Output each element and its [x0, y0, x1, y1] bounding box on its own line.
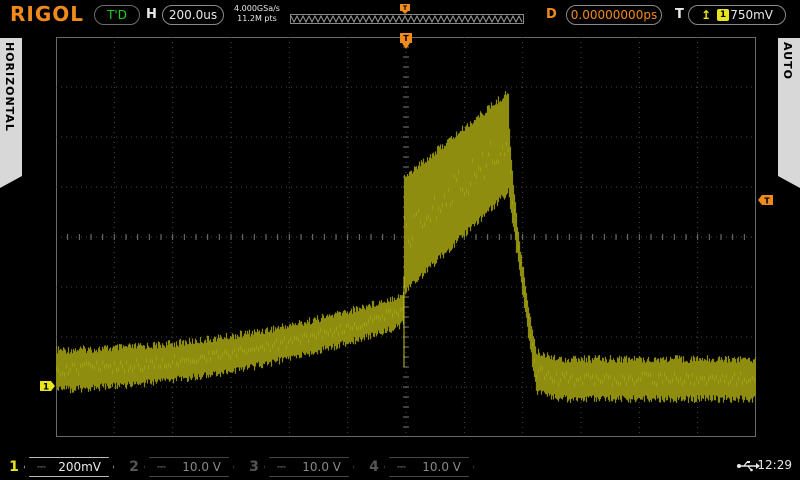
- trace-envelope: [56, 91, 756, 403]
- channel-status-bar: 1 ⎓ 200mV 2 ⎓ 10.0 V 3 ⎓ 10.0 V 4 ⎓ 10.0…: [0, 455, 800, 480]
- channel3-scale: 10.0 V: [302, 460, 341, 474]
- svg-text:T: T: [764, 197, 770, 206]
- channel1-offset-marker[interactable]: 1: [40, 380, 56, 392]
- sample-rate: 4.000GSa/s: [234, 4, 280, 13]
- channel4-scale: 10.0 V: [422, 460, 461, 474]
- timebase-value[interactable]: 200.0us: [162, 5, 224, 25]
- dc-coupling-icon: ⎓: [277, 460, 286, 473]
- trigger-label: T: [675, 7, 684, 22]
- channel1-scale: 200mV: [58, 460, 101, 474]
- memory-waveform-preview: [291, 15, 523, 23]
- channel3-number: 3: [249, 459, 259, 475]
- top-status-bar: RIGOL T'D H 200.0us 4.000GSa/s 11.2M pts…: [0, 0, 800, 32]
- svg-text:1: 1: [43, 383, 49, 393]
- memory-position-bar[interactable]: [290, 14, 524, 24]
- auto-tab-label: AUTO: [781, 42, 794, 80]
- trigger-position-marker[interactable]: T: [399, 33, 413, 51]
- trigger-source: 1: [717, 9, 729, 21]
- rising-edge-icon: ↥: [701, 8, 712, 22]
- auto-menu-tab[interactable]: AUTO: [778, 38, 800, 188]
- dc-coupling-icon: ⎓: [397, 460, 406, 473]
- trigger-level-marker[interactable]: T: [758, 194, 774, 206]
- channel1-settings[interactable]: ⎓ 200mV: [24, 457, 114, 477]
- delay-label: D: [546, 7, 557, 22]
- channel2-scale: 10.0 V: [182, 460, 221, 474]
- channel2-settings[interactable]: ⎓ 10.0 V: [144, 457, 234, 477]
- acquisition-info: 4.000GSa/s 11.2M pts: [229, 4, 285, 24]
- dc-coupling-icon: ⎓: [37, 460, 46, 473]
- channel2-number: 2: [129, 459, 139, 475]
- horizontal-tab-label: HORIZONTAL: [3, 42, 16, 132]
- horizontal-menu-tab[interactable]: HORIZONTAL: [0, 38, 22, 188]
- memory-depth: 11.2M pts: [237, 14, 277, 23]
- channel4-settings[interactable]: ⎓ 10.0 V: [384, 457, 474, 477]
- trigger-level: 750mV: [730, 8, 773, 22]
- horizontal-label: H: [146, 7, 157, 22]
- dc-coupling-icon: ⎓: [157, 460, 166, 473]
- run-status-indicator[interactable]: T'D: [94, 5, 140, 25]
- clock: 12:29: [757, 458, 792, 472]
- memory-trigger-icon: T: [400, 4, 410, 14]
- waveform-display[interactable]: [56, 37, 756, 437]
- svg-text:T: T: [403, 34, 409, 43]
- brand-logo: RIGOL: [10, 2, 85, 26]
- trigger-setting[interactable]: ↥ 1 750mV: [688, 5, 786, 25]
- channel3-settings[interactable]: ⎓ 10.0 V: [264, 457, 354, 477]
- delay-value[interactable]: 0.00000000ps: [566, 5, 662, 25]
- usb-icon: [737, 461, 760, 472]
- channel1-trace: [56, 91, 756, 403]
- channel1-number: 1: [9, 459, 19, 475]
- channel4-number: 4: [369, 459, 379, 475]
